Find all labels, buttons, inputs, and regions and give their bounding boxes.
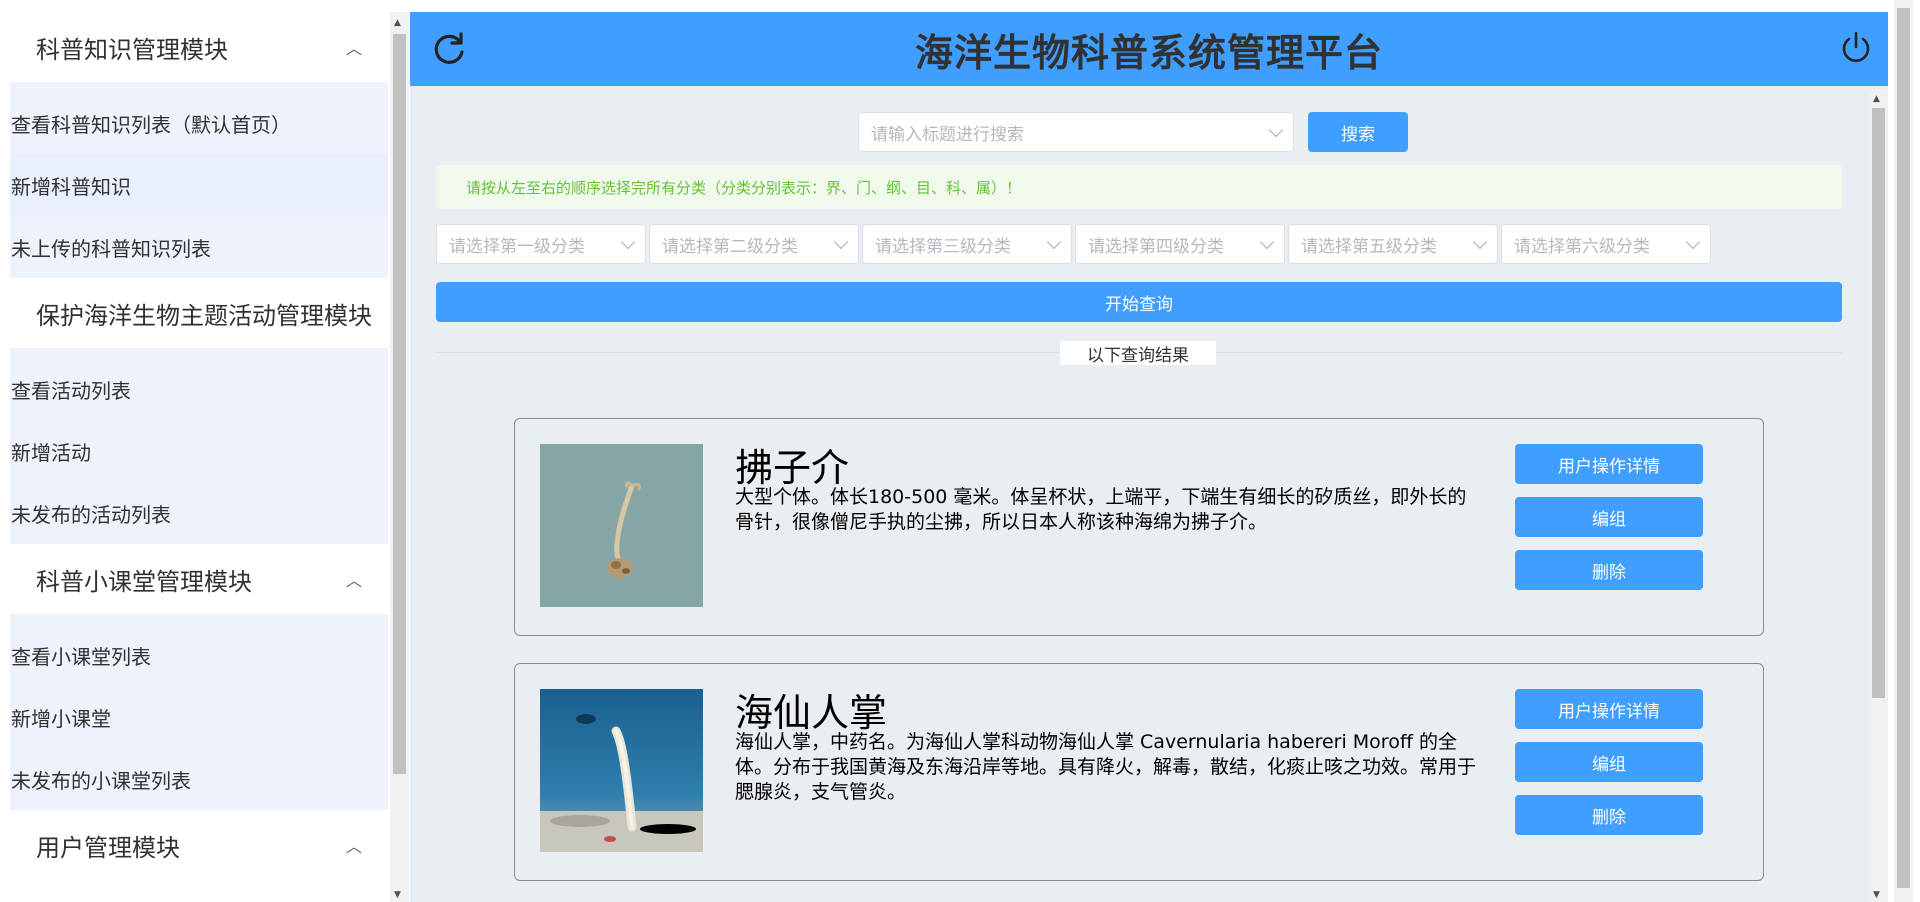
result-card: 拂子介 大型个体。体长180-500 毫米。体呈杯状，上端平，下端生有细长的矽质… bbox=[514, 418, 1764, 636]
chevron-down-icon bbox=[833, 234, 849, 250]
results-divider-label: 以下查询结果 bbox=[1060, 341, 1216, 366]
chevron-up-icon: ︿ bbox=[345, 39, 362, 58]
sidebar-scrollbar[interactable]: ▲ ▼ bbox=[390, 12, 409, 902]
menu-group-users[interactable]: 用户管理模块 ︿ bbox=[10, 810, 388, 880]
category-select-placeholder: 请选择第五级分类 bbox=[1301, 236, 1437, 257]
chevron-down-icon bbox=[1259, 234, 1275, 250]
sidebar-menu: 科普知识管理模块 ︿ 查看科普知识列表（默认首页） 新增科普知识 未上传的科普知… bbox=[10, 12, 388, 880]
category-select-6[interactable]: 请选择第六级分类 bbox=[1501, 224, 1711, 264]
menu-item-classroom-list[interactable]: 查看小课堂列表 bbox=[10, 624, 388, 686]
main-content: 海洋生物科普系统管理平台 请输入标题进行搜索 搜索 请按从左至右的顺序选择完所有… bbox=[410, 12, 1888, 902]
chevron-up-icon: ︿ bbox=[345, 571, 362, 590]
scroll-up-arrow-icon[interactable]: ▲ bbox=[394, 18, 401, 28]
menu-group-title: 用户管理模块 bbox=[36, 833, 180, 862]
scroll-up-arrow-icon[interactable]: ▲ bbox=[1873, 94, 1880, 104]
search-button[interactable]: 搜索 bbox=[1308, 112, 1408, 152]
search-input[interactable]: 请输入标题进行搜索 bbox=[858, 112, 1294, 152]
category-select-placeholder: 请选择第四级分类 bbox=[1088, 236, 1224, 257]
menu-item-unpublished-activity[interactable]: 未发布的活动列表 bbox=[10, 482, 388, 544]
search-row: 请输入标题进行搜索 搜索 bbox=[858, 112, 1408, 152]
category-select-5[interactable]: 请选择第五级分类 bbox=[1288, 224, 1498, 264]
chevron-down-icon bbox=[1046, 234, 1062, 250]
menu-group-classroom[interactable]: 科普小课堂管理模块 ︿ bbox=[10, 544, 388, 614]
chevron-down-icon bbox=[1472, 234, 1488, 250]
start-query-button[interactable]: 开始查询 bbox=[436, 282, 1842, 322]
result-actions: 用户操作详情 编组 删除 bbox=[1515, 444, 1703, 590]
category-select-placeholder: 请选择第二级分类 bbox=[662, 236, 798, 257]
sidebar: 科普知识管理模块 ︿ 查看科普知识列表（默认首页） 新增科普知识 未上传的科普知… bbox=[0, 0, 390, 902]
category-notice: 请按从左至右的顺序选择完所有分类（分类分别表示：界、门、纲、目、科、属）！ bbox=[436, 165, 1842, 209]
edit-button[interactable]: 编组 bbox=[1515, 497, 1703, 537]
menu-item-unpublished-classroom[interactable]: 未发布的小课堂列表 bbox=[10, 748, 388, 810]
menu-group-title: 保护海洋生物主题活动管理模块 bbox=[36, 301, 372, 330]
power-icon[interactable] bbox=[1838, 30, 1874, 66]
user-operation-details-button[interactable]: 用户操作详情 bbox=[1515, 444, 1703, 484]
user-operation-details-button[interactable]: 用户操作详情 bbox=[1515, 689, 1703, 729]
menu-group-title: 科普知识管理模块 bbox=[36, 35, 228, 64]
search-placeholder: 请输入标题进行搜索 bbox=[871, 124, 1024, 145]
header-bar: 海洋生物科普系统管理平台 bbox=[410, 12, 1888, 86]
menu-group-activity-items: 查看活动列表 新增活动 未发布的活动列表 bbox=[10, 348, 388, 544]
chevron-down-icon bbox=[1685, 234, 1701, 250]
menu-item-add-knowledge[interactable]: 新增科普知识 bbox=[10, 154, 388, 216]
sidebar-scrollbar-thumb[interactable] bbox=[393, 34, 406, 774]
delete-button[interactable]: 删除 bbox=[1515, 550, 1703, 590]
result-actions: 用户操作详情 编组 删除 bbox=[1515, 689, 1703, 835]
category-select-4[interactable]: 请选择第四级分类 bbox=[1075, 224, 1285, 264]
result-image bbox=[540, 444, 703, 607]
result-card: 海仙人掌 海仙人掌，中药名。为海仙人掌科动物海仙人掌 Cavernularia … bbox=[514, 663, 1764, 881]
menu-item-add-activity[interactable]: 新增活动 bbox=[10, 420, 388, 482]
menu-item-activity-list[interactable]: 查看活动列表 bbox=[10, 358, 388, 420]
scroll-down-arrow-icon[interactable]: ▼ bbox=[1873, 890, 1880, 900]
menu-group-classroom-items: 查看小课堂列表 新增小课堂 未发布的小课堂列表 bbox=[10, 614, 388, 810]
result-title: 海仙人掌 bbox=[735, 691, 888, 735]
edit-button[interactable]: 编组 bbox=[1515, 742, 1703, 782]
delete-button[interactable]: 删除 bbox=[1515, 795, 1703, 835]
chevron-down-icon bbox=[620, 234, 636, 250]
scroll-down-arrow-icon[interactable]: ▼ bbox=[394, 890, 401, 900]
main-scrollbar[interactable]: ▲ ▼ bbox=[1869, 90, 1888, 902]
main-scrollbar-thumb[interactable] bbox=[1872, 108, 1885, 698]
category-select-placeholder: 请选择第六级分类 bbox=[1514, 236, 1650, 257]
category-select-placeholder: 请选择第一级分类 bbox=[449, 236, 585, 257]
category-select-3[interactable]: 请选择第三级分类 bbox=[862, 224, 1072, 264]
chevron-down-icon bbox=[1268, 122, 1284, 138]
refresh-icon[interactable] bbox=[430, 30, 468, 68]
menu-group-activity[interactable]: 保护海洋生物主题活动管理模块 bbox=[10, 278, 388, 348]
result-image bbox=[540, 689, 703, 852]
category-select-1[interactable]: 请选择第一级分类 bbox=[436, 224, 646, 264]
result-description: 海仙人掌，中药名。为海仙人掌科动物海仙人掌 Cavernularia haber… bbox=[735, 731, 1477, 803]
page-scrollbar[interactable] bbox=[1888, 0, 1920, 902]
menu-group-title: 科普小课堂管理模块 bbox=[36, 567, 252, 596]
page-title: 海洋生物科普系统管理平台 bbox=[914, 30, 1383, 75]
result-title: 拂子介 bbox=[735, 446, 850, 490]
chevron-up-icon: ︿ bbox=[345, 837, 362, 856]
page-scrollbar-thumb[interactable] bbox=[1897, 8, 1910, 888]
result-description: 大型个体。体长180-500 毫米。体呈杯状，上端平，下端生有细长的矽质丝，即外… bbox=[735, 486, 1467, 533]
menu-group-knowledge[interactable]: 科普知识管理模块 ︿ bbox=[10, 12, 388, 82]
menu-item-add-classroom[interactable]: 新增小课堂 bbox=[10, 686, 388, 748]
menu-item-knowledge-list[interactable]: 查看科普知识列表（默认首页） bbox=[10, 92, 388, 154]
category-select-placeholder: 请选择第三级分类 bbox=[875, 236, 1011, 257]
menu-item-unuploaded-knowledge[interactable]: 未上传的科普知识列表 bbox=[10, 216, 388, 278]
category-selects: 请选择第一级分类 请选择第二级分类 请选择第三级分类 请选择第四级分类 请选择第… bbox=[436, 224, 1711, 264]
menu-group-knowledge-items: 查看科普知识列表（默认首页） 新增科普知识 未上传的科普知识列表 bbox=[10, 82, 388, 278]
category-select-2[interactable]: 请选择第二级分类 bbox=[649, 224, 859, 264]
